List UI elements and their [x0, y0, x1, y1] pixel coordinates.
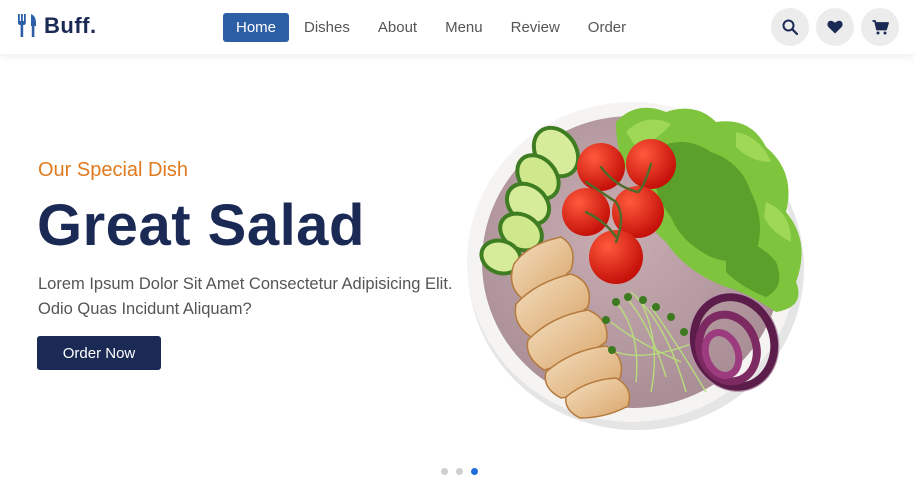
- slider-dot-2[interactable]: [456, 468, 463, 475]
- favorites-button[interactable]: [816, 8, 854, 46]
- slider-dot-1[interactable]: [441, 468, 448, 475]
- hero-subtitle: Our Special Dish: [38, 159, 189, 181]
- logo[interactable]: Buff.: [16, 13, 97, 39]
- main-nav: Home Dishes About Menu Review Order: [223, 13, 641, 42]
- nav-item-home[interactable]: Home: [223, 13, 290, 42]
- heart-icon: [827, 20, 843, 34]
- slider-dots: [441, 468, 486, 475]
- nav-item-order[interactable]: Order: [575, 13, 639, 42]
- hero-title: Great Salad: [37, 193, 365, 258]
- search-icon: [782, 19, 798, 35]
- nav-item-menu[interactable]: Menu: [432, 13, 496, 42]
- nav-item-dishes[interactable]: Dishes: [291, 13, 363, 42]
- slider-dot-3[interactable]: [471, 468, 478, 475]
- site-header: Buff. Home Dishes About Menu Review Orde…: [0, 0, 914, 54]
- cart-button[interactable]: [861, 8, 899, 46]
- search-button[interactable]: [771, 8, 809, 46]
- hero-description: Lorem Ipsum Dolor Sit Amet Consectetur A…: [38, 275, 453, 318]
- utensils-icon: [18, 14, 36, 37]
- nav-item-about[interactable]: About: [365, 13, 430, 42]
- nav-item-review[interactable]: Review: [498, 13, 573, 42]
- salad-plate-image: [467, 102, 804, 430]
- cart-icon: [872, 19, 889, 34]
- logo-text: Buff.: [44, 13, 97, 38]
- order-now-button[interactable]: Order Now: [37, 336, 161, 370]
